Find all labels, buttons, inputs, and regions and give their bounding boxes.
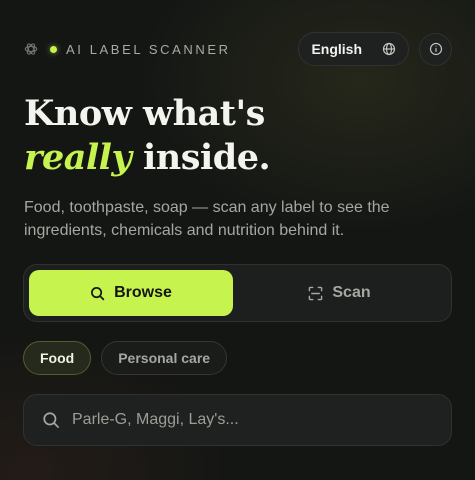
language-selector-button[interactable]: English (298, 32, 409, 66)
hero: Know what's really inside. Food, toothpa… (24, 92, 454, 242)
leaf-logo-icon (24, 42, 38, 56)
brand-name: AI LABEL SCANNER (66, 41, 231, 57)
brand: AI LABEL SCANNER (24, 42, 231, 57)
search-icon (42, 411, 60, 429)
page-subtitle: Food, toothpaste, soap — scan any label … (24, 199, 390, 239)
search-input[interactable] (72, 411, 433, 429)
globe-icon (382, 42, 396, 56)
info-button[interactable] (419, 32, 452, 66)
category-chips: Food Personal care (23, 341, 228, 375)
status-dot (50, 45, 57, 53)
scan-icon (308, 286, 323, 301)
search-box (23, 394, 452, 446)
search-icon (90, 286, 105, 301)
top-bar: AI LABEL SCANNER English (24, 31, 452, 67)
category-chip-personal-care[interactable]: Personal care (101, 341, 228, 375)
scan-label: Scan (332, 284, 371, 301)
category-chip-food[interactable]: Food (23, 341, 92, 375)
info-icon (429, 42, 443, 56)
mode-toggle: Browse Scan (23, 264, 452, 322)
page-title: Know what's really inside. (24, 92, 454, 180)
browse-mode-button[interactable]: Browse (29, 270, 233, 316)
scan-mode-button[interactable]: Scan (233, 270, 446, 316)
title-accent: really (24, 137, 132, 178)
language-label: English (311, 41, 362, 57)
browse-label: Browse (114, 284, 172, 301)
title-line-2: inside. (131, 137, 271, 178)
title-line-1: Know what's (24, 93, 265, 134)
header-actions: English (298, 32, 452, 66)
